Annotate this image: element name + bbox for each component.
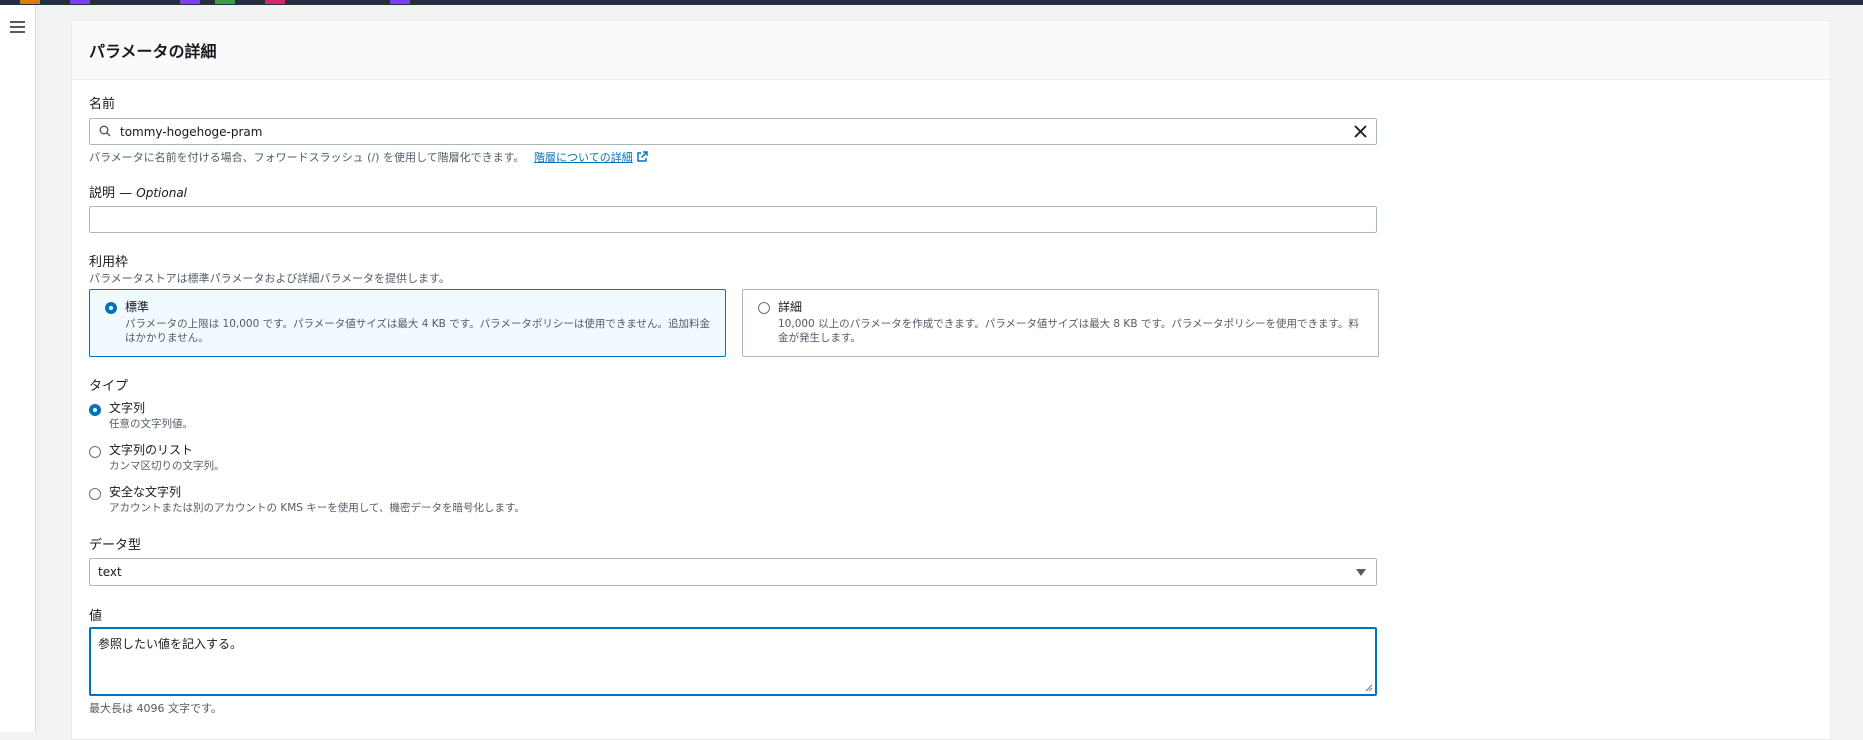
type-option-stringlist[interactable]: 文字列のリスト カンマ区切りの文字列。 — [89, 441, 789, 475]
datatype-label: データ型 — [89, 538, 142, 553]
tier-option-standard[interactable]: 標準 パラメータの上限は 10,000 です。パラメータ値サイズは最大 4 KB… — [89, 289, 726, 357]
tab-marker[interactable] — [180, 0, 200, 4]
datatype-select[interactable]: text — [89, 558, 1377, 586]
type-desc-securestring: アカウントまたは別のアカウントの KMS キーを使用して、機密データを暗号化しま… — [109, 502, 525, 514]
name-input[interactable]: tommy-hogehoge-pram — [89, 118, 1377, 145]
type-title-stringlist: 文字列のリスト — [109, 443, 194, 457]
tier-label: 利用枠 — [89, 255, 129, 270]
tier-title-advanced: 詳細 — [778, 300, 803, 314]
value-hint: 最大長は 4096 文字です。 — [89, 702, 222, 715]
tier-hint: パラメータストアは標準パラメータおよび詳細パラメータを提供します。 — [89, 272, 450, 285]
tier-desc-standard: パラメータの上限は 10,000 です。パラメータ値サイズは最大 4 KB です… — [125, 318, 711, 344]
datatype-value: text — [98, 565, 122, 579]
left-rail — [0, 5, 36, 732]
value-textarea[interactable]: 参照したい値を記入する。 — [89, 627, 1377, 696]
type-title-string: 文字列 — [109, 401, 146, 415]
description-input[interactable] — [89, 206, 1377, 233]
type-desc-string: 任意の文字列値。 — [109, 418, 193, 430]
type-label: タイプ — [89, 379, 129, 394]
search-icon — [99, 125, 111, 137]
tier-option-advanced[interactable]: 詳細 10,000 以上のパラメータを作成できます。パラメータ値サイズは最大 8… — [742, 289, 1379, 357]
value-label: 値 — [89, 609, 103, 624]
value-text: 参照したい値を記入する。 — [98, 637, 243, 651]
tab-marker[interactable] — [390, 0, 410, 4]
tab-marker[interactable] — [215, 0, 235, 4]
type-desc-stringlist: カンマ区切りの文字列。 — [109, 460, 225, 472]
resize-grip-icon[interactable] — [1365, 684, 1373, 692]
tier-desc-advanced: 10,000 以上のパラメータを作成できます。パラメータ値サイズは最大 8 KB… — [778, 318, 1359, 344]
name-hint-text: パラメータに名前を付ける場合、フォワードスラッシュ (/) を使用して階層化でき… — [89, 151, 525, 164]
type-option-string[interactable]: 文字列 任意の文字列値。 — [89, 399, 789, 433]
name-input-value: tommy-hogehoge-pram — [120, 125, 263, 139]
caret-down-icon — [1356, 569, 1366, 576]
tab-marker[interactable] — [70, 0, 90, 4]
type-title-securestring: 安全な文字列 — [109, 485, 182, 499]
radio-advanced[interactable] — [758, 302, 770, 314]
tab-marker[interactable] — [265, 0, 285, 4]
name-hint: パラメータに名前を付ける場合、フォワードスラッシュ (/) を使用して階層化でき… — [89, 149, 648, 165]
optional-tag: Optional — [136, 186, 188, 200]
external-link-icon[interactable] — [636, 151, 648, 163]
hierarchy-link[interactable]: 階層についての詳細 — [534, 151, 633, 164]
description-label: 説明 — Optional — [89, 182, 187, 201]
radio-standard[interactable] — [105, 302, 117, 314]
panel-title: パラメータの詳細 — [89, 42, 217, 61]
type-option-securestring[interactable]: 安全な文字列 アカウントまたは別のアカウントの KMS キーを使用して、機密デー… — [89, 483, 789, 517]
panel-header: パラメータの詳細 — [72, 21, 1830, 80]
radio-string[interactable] — [89, 404, 101, 416]
name-label: 名前 — [89, 97, 116, 112]
radio-securestring[interactable] — [89, 488, 101, 500]
tab-marker[interactable] — [20, 0, 40, 4]
top-nav-bar — [0, 0, 1863, 5]
description-label-text: 説明 — — [89, 186, 133, 201]
tier-title-standard: 標準 — [125, 300, 150, 314]
close-icon[interactable] — [1353, 124, 1368, 139]
menu-icon[interactable] — [10, 21, 25, 33]
radio-stringlist[interactable] — [89, 446, 101, 458]
